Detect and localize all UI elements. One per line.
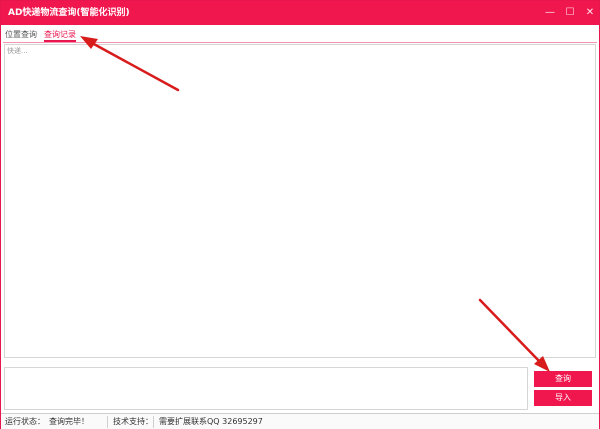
run-status-value: 查询完毕！ [49, 417, 89, 426]
status-divider [153, 416, 154, 428]
maximize-icon[interactable]: ☐ [561, 4, 579, 22]
tab-location-query[interactable]: 位置查询 [5, 28, 37, 42]
app-window: AD快递物流查询(智能化识别) — ☐ ✕ 位置查询 查询记录 快递... 查询… [0, 0, 600, 429]
support-contact: 需要扩展联系QQ 32695297 [159, 417, 263, 426]
minimize-icon[interactable]: — [541, 4, 559, 22]
tracking-number-input[interactable] [5, 368, 527, 409]
support-label: 技术支持： [113, 417, 153, 426]
status-divider [107, 416, 108, 428]
tracking-number-input-area[interactable] [4, 367, 528, 410]
tab-divider [3, 42, 597, 43]
status-bar: 运行状态： 查询完毕！ 技术支持： 需要扩展联系QQ 32695297 [1, 413, 599, 429]
close-icon[interactable]: ✕ [581, 4, 599, 22]
run-status-label: 运行状态： [5, 417, 45, 426]
title-bar[interactable]: AD快递物流查询(智能化识别) — ☐ ✕ [1, 1, 599, 25]
window-title: AD快递物流查询(智能化识别) [8, 8, 130, 18]
tab-query-history[interactable]: 查询记录 [44, 28, 76, 42]
result-line: 快递... [7, 47, 28, 55]
import-button[interactable]: 导入 [534, 390, 592, 406]
tab-bar: 位置查询 查询记录 [3, 28, 597, 42]
query-button[interactable]: 查询 [534, 371, 592, 387]
results-panel[interactable]: 快递... [4, 44, 596, 358]
